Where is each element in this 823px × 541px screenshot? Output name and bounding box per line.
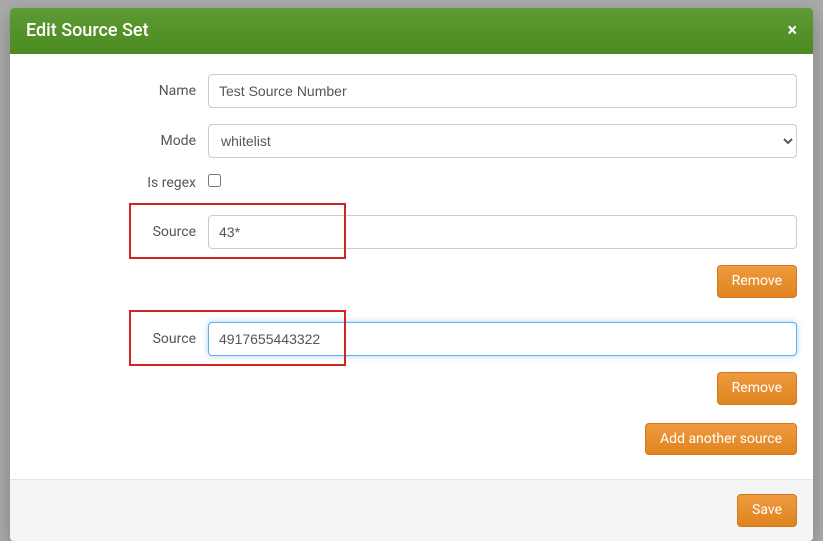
remove-button[interactable]: Remove	[717, 372, 797, 405]
source-group-1: Source Remove	[26, 314, 797, 405]
mode-row: Mode whitelist	[26, 124, 797, 158]
source-row: Source	[26, 314, 797, 364]
close-icon[interactable]: ×	[787, 22, 797, 40]
source-input-0[interactable]	[208, 215, 797, 249]
source-label: Source	[26, 224, 208, 240]
is-regex-input-cell	[208, 174, 797, 191]
mode-select[interactable]: whitelist	[208, 124, 797, 158]
source-row: Source	[26, 207, 797, 257]
modal-title: Edit Source Set	[26, 20, 149, 41]
source-input-cell	[208, 215, 797, 249]
is-regex-checkbox[interactable]	[208, 174, 221, 187]
source-input-1[interactable]	[208, 322, 797, 356]
name-row: Name	[26, 74, 797, 108]
modal-footer: Save	[10, 479, 813, 541]
mode-select-cell: whitelist	[208, 124, 797, 158]
source-input-cell	[208, 322, 797, 356]
remove-button[interactable]: Remove	[717, 265, 797, 298]
add-another-source-button[interactable]: Add another source	[645, 423, 797, 456]
source-group-0: Source Remove	[26, 207, 797, 298]
source-label: Source	[26, 331, 208, 347]
modal-body: Name Mode whitelist Is regex Source	[10, 54, 813, 479]
edit-source-set-modal: Edit Source Set × Name Mode whitelist Is…	[10, 8, 813, 541]
name-input[interactable]	[208, 74, 797, 108]
save-button[interactable]: Save	[737, 494, 797, 527]
remove-row-0: Remove	[26, 265, 797, 298]
is-regex-row: Is regex	[26, 174, 797, 191]
modal-header: Edit Source Set ×	[10, 8, 813, 54]
mode-label: Mode	[26, 133, 208, 149]
remove-row-1: Remove	[26, 372, 797, 405]
name-input-cell	[208, 74, 797, 108]
name-label: Name	[26, 83, 208, 99]
is-regex-label: Is regex	[26, 175, 208, 191]
add-another-row: Add another source	[26, 423, 797, 456]
